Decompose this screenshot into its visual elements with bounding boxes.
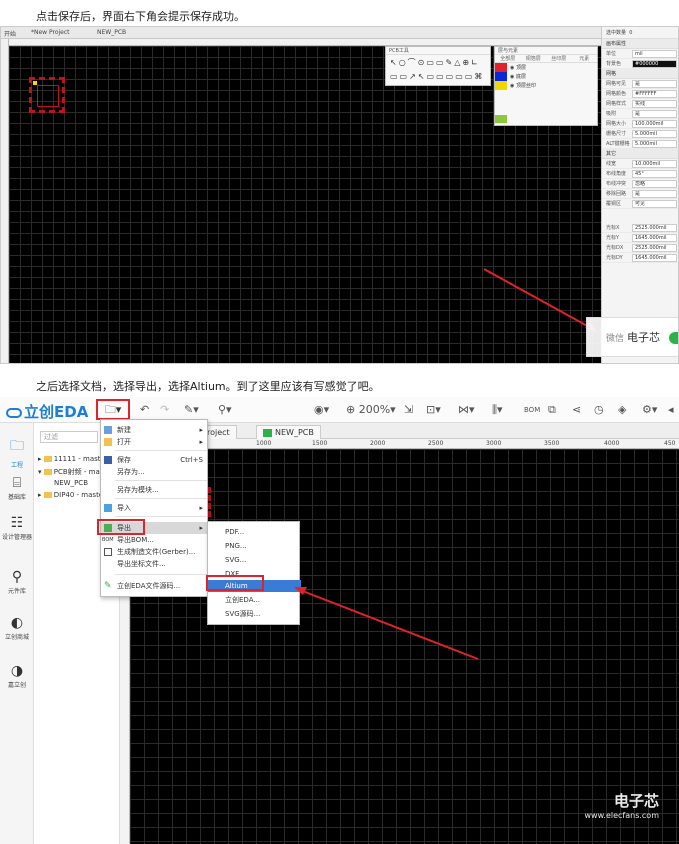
annotation-arrow — [483, 268, 597, 332]
caption-save-success: 点击保存后，界面右下角会提示保存成功。 — [36, 10, 245, 23]
watermark-site: www.elecfans.com — [584, 811, 660, 820]
caption-export-altium: 之后选择文档，选择导出，选择Altium。到了这里应该有写感觉了吧。 — [36, 380, 380, 393]
save-success-toast-icon[interactable] — [669, 332, 678, 344]
annotation-arrow — [294, 587, 479, 660]
watermark: 微信 电子芯 — [586, 317, 678, 357]
screenshot-export: 立创EDA 🗀▾ ↶ ↷ ✎▾ ⚲▾ ◉▾ ⊕ 200%▾ ⇲ ⊡▾ ⋈▾ ⫼▾… — [0, 397, 679, 844]
watermark-text: 电子芯 — [627, 331, 660, 344]
watermark: 电子芯 www.elecfans.com — [547, 790, 660, 834]
wechat-icon: 微信 — [605, 333, 624, 344]
watermark-text: 电子芯 — [613, 792, 659, 810]
screenshot-save: 开始 *New Project NEW_PCB PCB工具 ↖○⌒⊙▭▭✎△⊕∟… — [0, 26, 679, 364]
